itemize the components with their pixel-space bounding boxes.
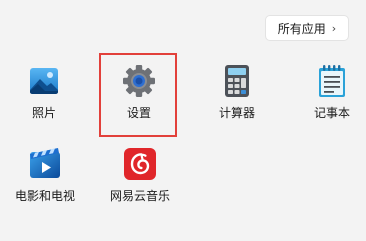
app-label: 电影和电视: [14, 189, 75, 203]
app-tile-movies-tv[interactable]: 电影和电视: [2, 147, 88, 204]
notepad-icon: [315, 64, 349, 98]
movies-tv-icon: [28, 147, 62, 181]
app-tile-photos[interactable]: 照片: [1, 64, 87, 121]
chevron-right-icon: ›: [331, 21, 337, 35]
all-apps-label: 所有应用: [277, 21, 326, 36]
netease-music-icon: [123, 147, 157, 181]
app-label: 照片: [31, 106, 56, 120]
photos-icon: [27, 64, 61, 98]
app-label: 网易云音乐: [109, 189, 170, 203]
app-tile-netease-music[interactable]: 网易云音乐: [97, 147, 183, 204]
calculator-icon: [220, 64, 254, 98]
app-tile-notepad[interactable]: 记事本: [289, 64, 366, 121]
app-tile-calculator[interactable]: 计算器: [194, 64, 280, 121]
settings-highlight-box: [99, 53, 177, 137]
app-label: 计算器: [218, 106, 255, 120]
all-apps-button[interactable]: 所有应用 ›: [265, 15, 349, 41]
app-label: 记事本: [313, 106, 350, 120]
